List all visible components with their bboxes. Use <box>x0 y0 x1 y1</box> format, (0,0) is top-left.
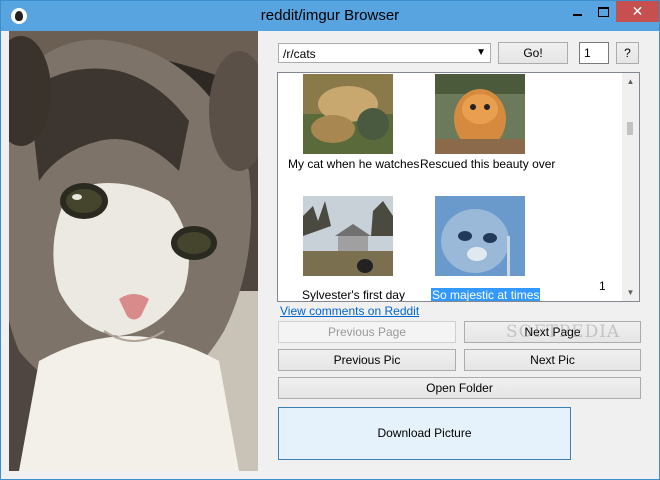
gallery-caption[interactable]: Sylvester's first day <box>302 288 405 301</box>
scroll-up-icon[interactable]: ▲ <box>622 73 639 90</box>
scroll-thumb[interactable] <box>627 122 633 135</box>
scroll-down-icon[interactable]: ▼ <box>622 284 639 301</box>
client-area: /r/cats ▼ Go! 1 ? My cat when he watches <box>9 31 651 471</box>
close-button[interactable]: ✕ <box>616 1 659 22</box>
minimize-button[interactable] <box>564 1 590 22</box>
close-icon: ✕ <box>631 3 644 19</box>
gallery-thumbnail[interactable] <box>435 196 525 276</box>
gallery-caption[interactable]: Rescued this beauty over <box>420 157 555 171</box>
app-window: reddit/imgur Browser ✕ /r/cats ▼ Go! 1 ?… <box>0 0 660 480</box>
subreddit-select[interactable]: /r/cats ▼ <box>278 43 491 63</box>
maximize-button[interactable] <box>590 1 616 22</box>
watermark: SOFTPEDIA <box>506 322 621 342</box>
help-button[interactable]: ? <box>616 42 639 64</box>
open-folder-button[interactable]: Open Folder <box>278 377 641 399</box>
gallery-thumbnail[interactable] <box>303 74 393 154</box>
previous-page-button[interactable]: Previous Page <box>278 321 456 343</box>
window-title: reddit/imgur Browser <box>260 7 400 24</box>
gallery-caption-selected[interactable]: So majestic at times <box>431 288 541 301</box>
download-picture-button[interactable]: Download Picture <box>278 407 571 460</box>
gallery-caption[interactable]: My cat when he watches <box>288 157 419 171</box>
subreddit-value: /r/cats <box>283 47 316 61</box>
chevron-down-icon[interactable]: ▼ <box>476 47 486 58</box>
minimize-icon <box>572 13 582 16</box>
gallery-scrollbar[interactable]: ▲ ▼ <box>622 73 639 301</box>
gallery-thumbnail[interactable] <box>303 196 393 276</box>
page-number-input[interactable]: 1 <box>579 42 609 64</box>
gallery-thumbnail[interactable] <box>435 74 525 154</box>
gallery-list[interactable]: My cat when he watches Rescued this beau… <box>277 72 640 302</box>
page-indicator: 1 <box>599 279 606 293</box>
next-pic-button[interactable]: Next Pic <box>464 349 641 371</box>
main-picture <box>9 31 258 471</box>
maximize-icon <box>597 6 609 17</box>
previous-pic-button[interactable]: Previous Pic <box>278 349 456 371</box>
view-comments-link[interactable]: View comments on Reddit <box>280 304 419 318</box>
title-bar[interactable]: reddit/imgur Browser ✕ <box>1 1 659 31</box>
go-button[interactable]: Go! <box>498 42 568 64</box>
